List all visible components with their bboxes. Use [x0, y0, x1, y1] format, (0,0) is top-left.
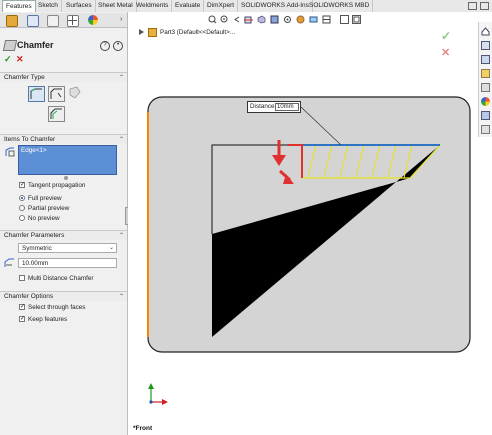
- property-manager-icon[interactable]: [27, 15, 39, 27]
- chevron-up-icon: ⌃: [118, 233, 124, 239]
- tab-solidworks-mbd[interactable]: SOLIDWORKS MBD: [306, 0, 374, 12]
- tab-solidworks-add-ins[interactable]: SOLIDWORKS Add-Ins: [238, 0, 313, 12]
- offset-face-type-button[interactable]: [48, 106, 65, 122]
- distance-callout-label: Distance:: [250, 103, 277, 110]
- angle-distance-type-button[interactable]: [28, 86, 45, 102]
- select-through-faces-checkbox[interactable]: ✓: [19, 304, 25, 310]
- distance-callout-value: 10mm: [277, 104, 294, 110]
- feature-title: Chamfer: [17, 40, 54, 50]
- distance-callout[interactable]: Distance: 10mm: [247, 101, 301, 113]
- manager-tabs: ›: [0, 13, 127, 28]
- section-chamfer-type[interactable]: Chamfer Type ⌃: [0, 72, 127, 82]
- chevron-up-icon: ⌃: [118, 294, 124, 300]
- triad-y-arrow-icon: [148, 383, 154, 389]
- edge-selection-box[interactable]: Edge<1>: [18, 145, 117, 175]
- section-chamfer-parameters[interactable]: Chamfer Parameters ⌃: [0, 230, 127, 240]
- vertex-chamfer-icon: [69, 86, 81, 99]
- no-preview-radio[interactable]: [19, 215, 25, 221]
- full-preview-label: Full preview: [28, 195, 62, 202]
- partial-preview-label: Partial preview: [28, 205, 70, 212]
- edge-selection-icon: [5, 147, 15, 157]
- feature-manager-icon[interactable]: [6, 15, 18, 27]
- keep-features-checkbox[interactable]: ✓: [19, 316, 25, 322]
- tab-sheet-metal[interactable]: Sheet Metal: [95, 0, 137, 12]
- maximize-window-icon[interactable]: [480, 2, 489, 10]
- triad-origin-icon: [149, 400, 153, 404]
- tab-weldments[interactable]: Weldments: [133, 0, 173, 12]
- checkmark-icon[interactable]: ✓: [4, 54, 12, 65]
- configuration-manager-icon[interactable]: [47, 15, 59, 27]
- distance-distance-icon: [50, 88, 62, 99]
- angle-distance-icon: [30, 88, 42, 99]
- restore-window-icon[interactable]: [468, 2, 477, 10]
- view-orientation-label: *Front: [133, 425, 153, 432]
- tab-dimxpert[interactable]: DimXpert: [204, 0, 239, 12]
- offset-face-icon: [50, 108, 62, 119]
- chevron-up-icon: ⌃: [118, 75, 124, 81]
- distance-input-value: 10.00mm: [22, 260, 49, 267]
- triad-x-arrow-icon: [162, 399, 168, 405]
- selected-edge-item[interactable]: Edge<1>: [21, 147, 47, 154]
- chamfer-feature-icon: [2, 40, 18, 51]
- partial-preview-radio[interactable]: [19, 205, 25, 211]
- vertex-type-button[interactable]: [69, 86, 81, 99]
- display-manager-icon[interactable]: [88, 15, 98, 25]
- tab-evaluate[interactable]: Evaluate: [172, 0, 205, 12]
- distance-icon: [4, 258, 15, 268]
- chamfer-mode-value: Symmetric: [22, 245, 52, 252]
- distance-distance-type-button[interactable]: [48, 86, 65, 102]
- tab-sketch[interactable]: Sketch: [35, 0, 62, 12]
- model-canvas[interactable]: [128, 12, 492, 435]
- section-items-to-chamfer[interactable]: Items To Chamfer ⌃: [0, 134, 127, 144]
- x-icon[interactable]: ✕: [16, 54, 24, 65]
- pushpin-icon[interactable]: •: [113, 41, 123, 51]
- section-options-label: Chamfer Options: [4, 293, 54, 300]
- distance-callout-input[interactable]: 10mm: [275, 103, 299, 111]
- section-chamfer-type-label: Chamfer Type: [4, 74, 45, 81]
- keep-features-label: Keep features: [28, 316, 68, 323]
- chevron-down-icon: ⌄: [108, 245, 114, 251]
- dimxpert-manager-icon[interactable]: [67, 15, 79, 27]
- tangent-propagation-checkbox[interactable]: ✓: [19, 182, 25, 188]
- select-through-faces-label: Select through faces: [28, 304, 86, 311]
- section-items-label: Items To Chamfer: [4, 136, 56, 143]
- multi-distance-checkbox[interactable]: [19, 275, 25, 281]
- full-preview-radio[interactable]: [19, 195, 25, 201]
- section-parameters-label: Chamfer Parameters: [4, 232, 65, 239]
- distance-input[interactable]: 10.00mm: [18, 258, 117, 268]
- help-icon[interactable]: ?: [100, 41, 110, 51]
- chamfer-mode-select[interactable]: Symmetric ⌄: [18, 243, 117, 253]
- section-chamfer-options[interactable]: Chamfer Options ⌃: [0, 291, 127, 301]
- no-preview-label: No preview: [28, 215, 60, 222]
- panel-expand-icon[interactable]: ›: [120, 16, 122, 23]
- resize-handle-icon[interactable]: [64, 176, 68, 180]
- tab-surfaces[interactable]: Surfaces: [63, 0, 96, 12]
- chevron-up-icon: ⌃: [118, 137, 124, 143]
- tangent-propagation-label: Tangent propagation: [28, 182, 86, 189]
- multi-distance-label: Multi Distance Chamfer: [28, 275, 94, 282]
